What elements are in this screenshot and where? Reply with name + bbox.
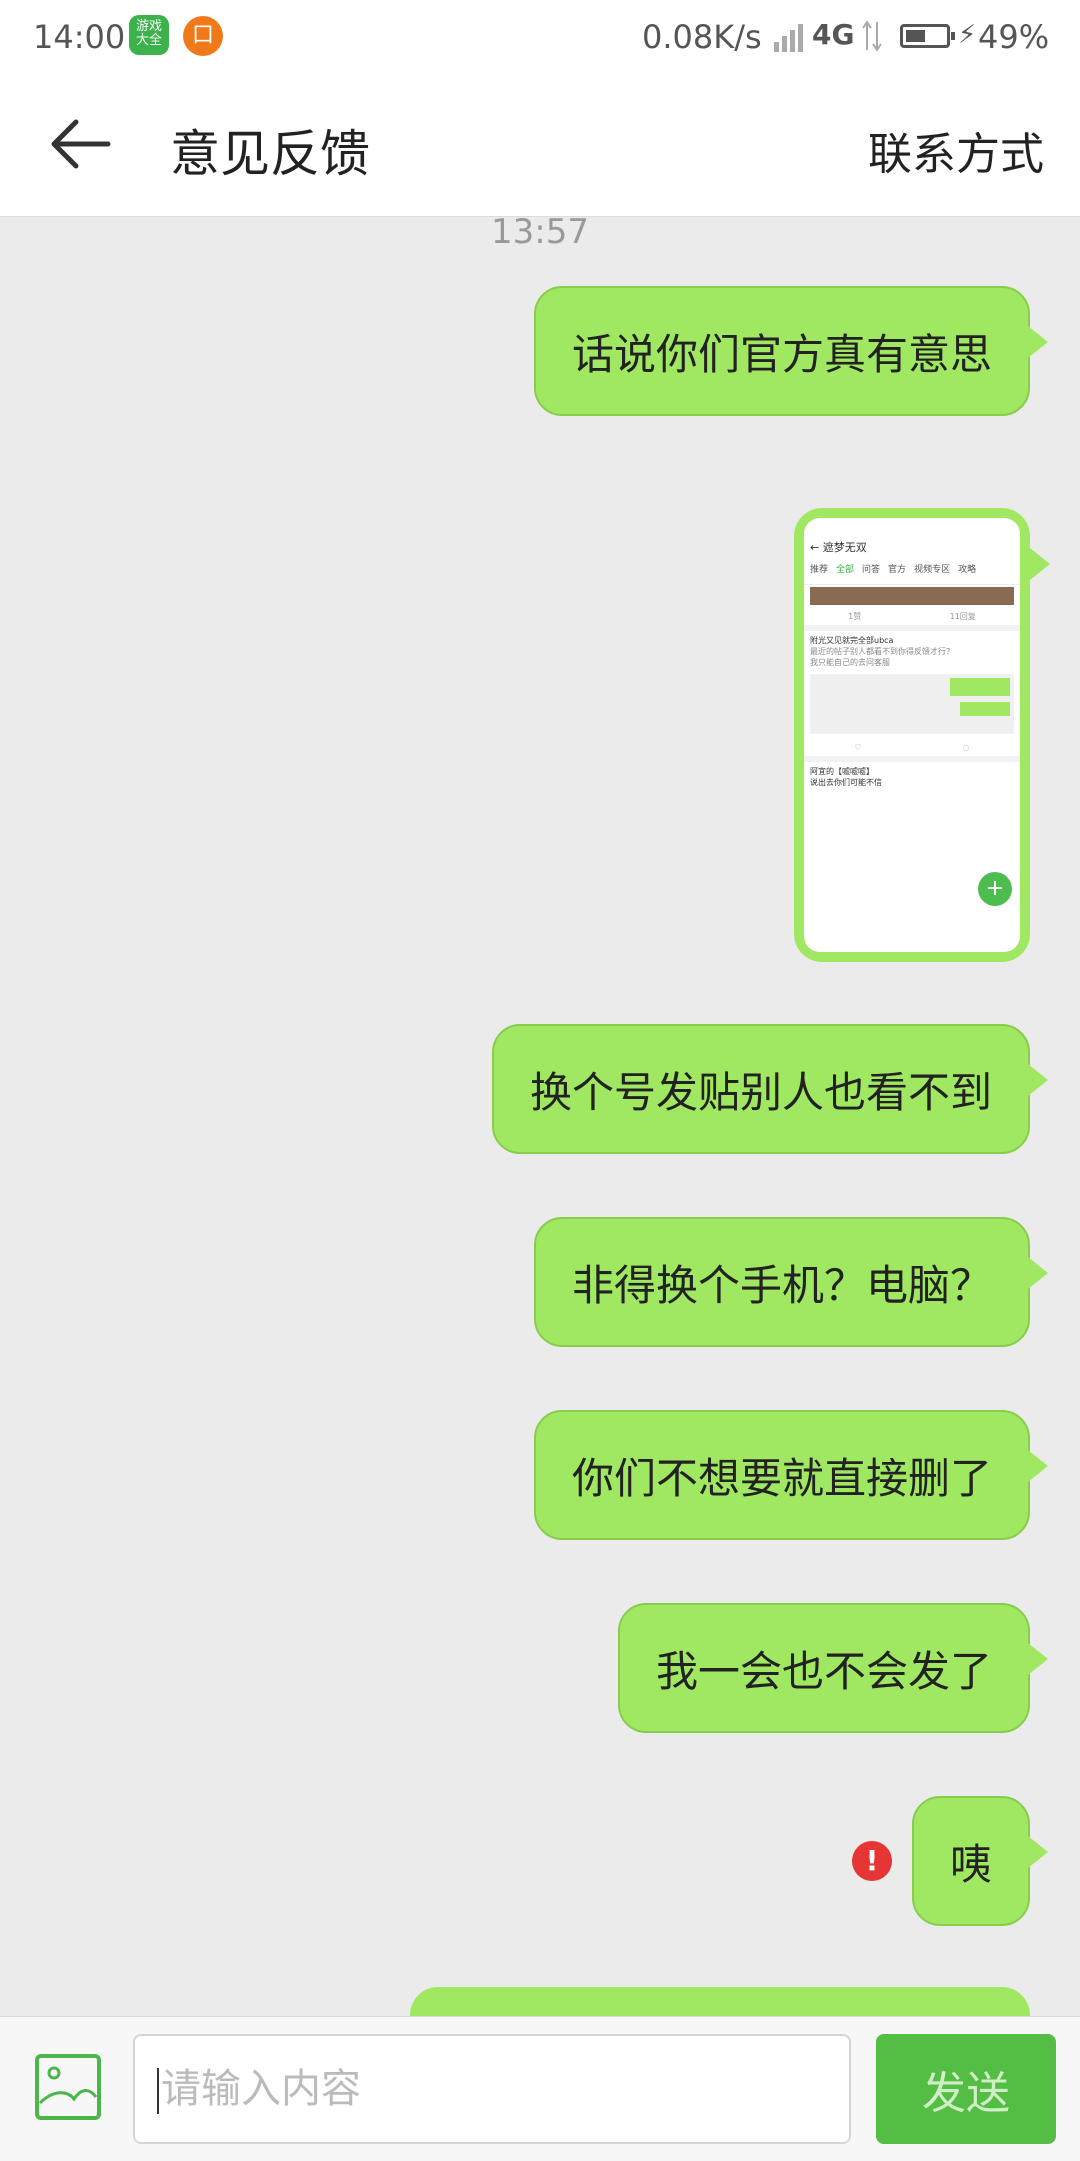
- back-arrow-icon[interactable]: [48, 116, 112, 172]
- network-type: 4G: [812, 18, 855, 51]
- thumb-tab: 视频专区: [914, 565, 951, 575]
- thumb-banner-image: [810, 587, 1014, 605]
- message-timestamp: 13:57: [491, 212, 589, 252]
- crop-app-icon: 口: [183, 16, 223, 56]
- charging-icon: ⚡: [958, 20, 977, 50]
- status-bar: 14:00 游戏 大全 口 0.08K/s 4G ⚡ 49%: [0, 0, 1080, 72]
- status-time: 14:00: [33, 18, 126, 56]
- thumb-tab: 攻略: [958, 565, 977, 575]
- thumb-tabs: 推荐 全部 问答 官方 视频专区 攻略: [804, 562, 1020, 585]
- chat-bubble[interactable]: 你们不想要就直接删了: [533, 1410, 1049, 1540]
- game-app-icon: 游戏 大全: [129, 15, 169, 55]
- image-message[interactable]: ← 遮梦无双 推荐 全部 问答 官方 视频专区 攻略 1赞 11回复 附光又见就…: [794, 508, 1050, 962]
- text-caret: [157, 2068, 159, 2114]
- thumb-tab: 推荐: [810, 565, 829, 575]
- send-button[interactable]: 发送: [876, 2034, 1056, 2144]
- battery-icon: [900, 24, 955, 48]
- chat-bubble[interactable]: 我一会也不会发了: [617, 1603, 1049, 1733]
- input-bar: 请输入内容 发送: [0, 2016, 1080, 2161]
- thumb-post-line: 最近的帖子别人都看不到你得反馈才行？: [810, 647, 954, 656]
- data-activity-icon: [862, 20, 882, 52]
- thumb-title: 遮梦无双: [822, 541, 867, 554]
- app-header: 意见反馈 联系方式: [0, 72, 1080, 217]
- page-title: 意见反馈: [170, 125, 370, 183]
- signal-icon: [774, 24, 803, 52]
- thumb-tab: 官方: [888, 565, 907, 575]
- thumb-post-author: 阿宜的【嘘嘘嘘】: [810, 767, 874, 776]
- thumb-actions-row: ♡ ◌: [804, 738, 1020, 762]
- screenshot-thumbnail: ← 遮梦无双 推荐 全部 问答 官方 视频专区 攻略 1赞 11回复 附光又见就…: [804, 518, 1020, 952]
- image-picker-icon[interactable]: [34, 2053, 102, 2121]
- thumb-back-icon: ←: [810, 540, 823, 554]
- input-placeholder: 请输入内容: [161, 2066, 361, 2112]
- thumb-post: 附光又见就完全部ubca 最近的帖子别人都看不到你得反馈才行？ 我只能自己的去问…: [804, 631, 1020, 738]
- thumb-tab-active: 全部: [836, 565, 855, 575]
- thumb-actions-row: 1赞 11回复: [804, 607, 1020, 631]
- contact-info-button[interactable]: 联系方式: [868, 118, 1044, 182]
- thumb-tab: 问答: [862, 565, 881, 575]
- thumb-header: ← 遮梦无双: [804, 532, 1020, 562]
- battery-percent: 49%: [978, 18, 1050, 56]
- thumb-likes: 1赞: [848, 611, 862, 621]
- send-failed-icon[interactable]: !: [852, 1841, 892, 1881]
- network-speed: 0.08K/s: [642, 18, 762, 56]
- thumb-status-bar: [804, 518, 1020, 532]
- thumb-replies: 11回复: [949, 611, 976, 621]
- thumb-post-line: 说出去你们可能不信: [810, 778, 882, 787]
- chat-bubble[interactable]: 话说你们官方真有意思: [533, 286, 1049, 416]
- thumb-add-icon: +: [978, 872, 1012, 906]
- chat-bubble[interactable]: 换个号发贴别人也看不到: [491, 1024, 1049, 1154]
- message-input[interactable]: 请输入内容: [133, 2034, 851, 2144]
- thumb-post-line: 我只能自己的去问客服: [810, 658, 890, 667]
- thumb-post: 阿宜的【嘘嘘嘘】 说出去你们可能不信: [804, 762, 1020, 792]
- thumb-post-author: 附光又见就完全部ubca: [810, 636, 894, 645]
- thumb-embedded-image: [810, 674, 1014, 734]
- chat-bubble[interactable]: 咦: [911, 1796, 1049, 1926]
- chat-bubble-partial: [410, 1987, 1030, 2017]
- chat-bubble[interactable]: 非得换个手机？电脑？: [533, 1217, 1049, 1347]
